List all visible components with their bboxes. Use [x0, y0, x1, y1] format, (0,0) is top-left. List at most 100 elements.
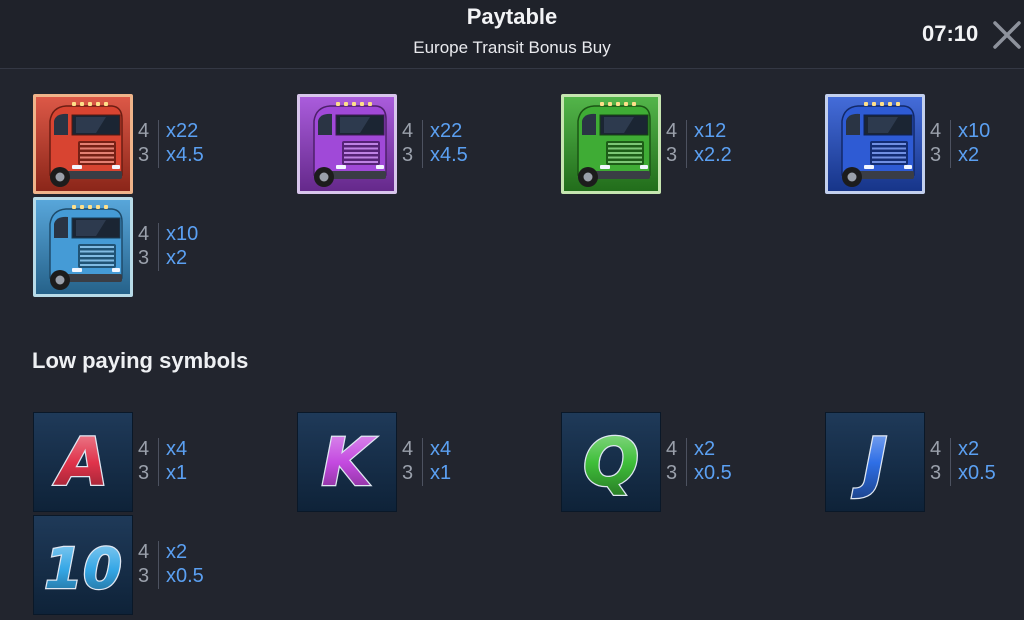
pay-count: 4 — [930, 438, 942, 460]
letter-j-tile: J — [825, 412, 925, 512]
pay-multiplier: x1 — [430, 462, 452, 484]
grille-bar — [80, 161, 114, 163]
grille-bar — [80, 152, 114, 154]
pay-multiplier: x12 — [694, 120, 727, 142]
headlight — [864, 165, 874, 169]
wheel-hub — [583, 172, 593, 182]
payout-table: 4 x2 3 x0.5 — [930, 436, 1018, 488]
grille-bar — [608, 147, 642, 150]
headlight — [72, 268, 82, 272]
side-window — [54, 113, 68, 135]
pay-count: 3 — [930, 144, 942, 166]
pay-count: 3 — [402, 144, 414, 166]
pay-multiplier: x4 — [430, 438, 452, 460]
roof-light — [872, 102, 876, 106]
pay-multiplier: x0.5 — [166, 565, 204, 587]
symbol-purple-truck: 4 x22 3 x4.5 — [297, 94, 561, 196]
payout-table: 4 x2 3 x0.5 — [666, 436, 816, 488]
roof-light — [888, 102, 892, 106]
side-window — [846, 113, 860, 135]
bumper — [858, 171, 914, 179]
close-button[interactable] — [990, 18, 1024, 52]
paytable-header: Paytable Europe Transit Bonus Buy 07:10 — [0, 0, 1024, 69]
pay-divider — [422, 120, 423, 168]
pay-multiplier: x1 — [166, 462, 188, 484]
letter-glyph-icon: J — [850, 423, 888, 503]
grille-bar — [872, 156, 906, 159]
payout-table: 4 x10 3 x2 — [930, 118, 1018, 170]
grille-bar — [344, 156, 378, 159]
headlight — [600, 165, 610, 169]
headlight — [112, 268, 120, 272]
truck-icon — [577, 102, 651, 187]
grille-bar — [80, 264, 114, 266]
number-10-tile: 10 — [33, 515, 133, 615]
payout-table: 4 x12 3 x2.2 — [666, 118, 816, 170]
roof-light — [344, 102, 348, 106]
side-window — [582, 113, 596, 135]
symbol-letter-j: J 4 x2 3 x0.5 — [825, 412, 1020, 514]
pay-count: 4 — [138, 120, 150, 142]
letter-k-tile: K — [297, 412, 397, 512]
purple-truck-tile — [297, 94, 397, 194]
letter-glyph-icon: K — [320, 423, 379, 503]
pay-divider — [158, 541, 159, 589]
roof-light — [616, 102, 620, 106]
symbol-letter-a: A 4 x4 3 x1 — [33, 412, 297, 514]
grille-bar — [80, 255, 114, 257]
grille-bar — [80, 147, 114, 150]
roof-light — [72, 102, 76, 106]
roof-light — [104, 205, 108, 209]
pay-count: 4 — [666, 438, 678, 460]
truck-icon — [49, 102, 123, 187]
side-window — [318, 113, 332, 135]
truck-icon — [841, 102, 915, 187]
letter-glyph: K — [321, 424, 377, 501]
headlight — [640, 165, 648, 169]
pay-count: 3 — [666, 462, 678, 484]
payout-table: 4 x2 3 x0.5 — [138, 539, 288, 591]
symbol-blue-truck: 4 x10 3 x2 — [825, 94, 1020, 196]
pay-count: 4 — [138, 541, 150, 563]
pay-multiplier: x2 — [166, 247, 188, 269]
truck-icon — [49, 205, 123, 290]
red-truck-tile — [33, 94, 133, 194]
letter-glyph-icon: Q — [582, 423, 641, 503]
grille-bar — [80, 156, 114, 159]
pay-divider — [950, 120, 951, 168]
roof-light — [896, 102, 900, 106]
pay-multiplier: x4 — [166, 438, 188, 460]
roof-light — [360, 102, 364, 106]
grille-bar — [872, 152, 906, 154]
grille-bar — [608, 143, 642, 145]
roof-light — [864, 102, 868, 106]
symbol-red-truck: 4 x22 3 x4.5 — [33, 94, 297, 196]
headlight — [904, 165, 912, 169]
payout-table: 4 x10 3 x2 — [138, 221, 288, 273]
grille-bar — [80, 250, 114, 253]
grille-bar — [872, 147, 906, 150]
pay-multiplier: x2 — [694, 438, 716, 460]
pay-divider — [686, 120, 687, 168]
pay-count: 3 — [666, 144, 678, 166]
low-symbols-heading: Low paying symbols — [32, 348, 249, 373]
symbol-green-truck: 4 x12 3 x2.2 — [561, 94, 825, 196]
pay-multiplier: x22 — [166, 120, 199, 142]
roof-light — [80, 102, 84, 106]
roof-light — [880, 102, 884, 106]
grille-bar — [344, 161, 378, 163]
pay-divider — [422, 438, 423, 486]
pay-divider — [950, 438, 951, 486]
roof-light — [72, 205, 76, 209]
blue-truck-tile — [825, 94, 925, 194]
pay-multiplier: x2 — [958, 144, 980, 166]
roof-light — [600, 102, 604, 106]
clock: 07:10 — [922, 21, 979, 46]
letter-glyph-icon: A — [51, 423, 110, 503]
grille-bar — [344, 152, 378, 154]
game-subtitle: Europe Transit Bonus Buy — [413, 38, 611, 57]
bumper — [330, 171, 386, 179]
symbol-number-10: 10 4 x2 3 x0.5 — [33, 515, 297, 617]
letter-glyph-icon: 10 — [43, 536, 123, 604]
pay-multiplier: x10 — [166, 223, 199, 245]
